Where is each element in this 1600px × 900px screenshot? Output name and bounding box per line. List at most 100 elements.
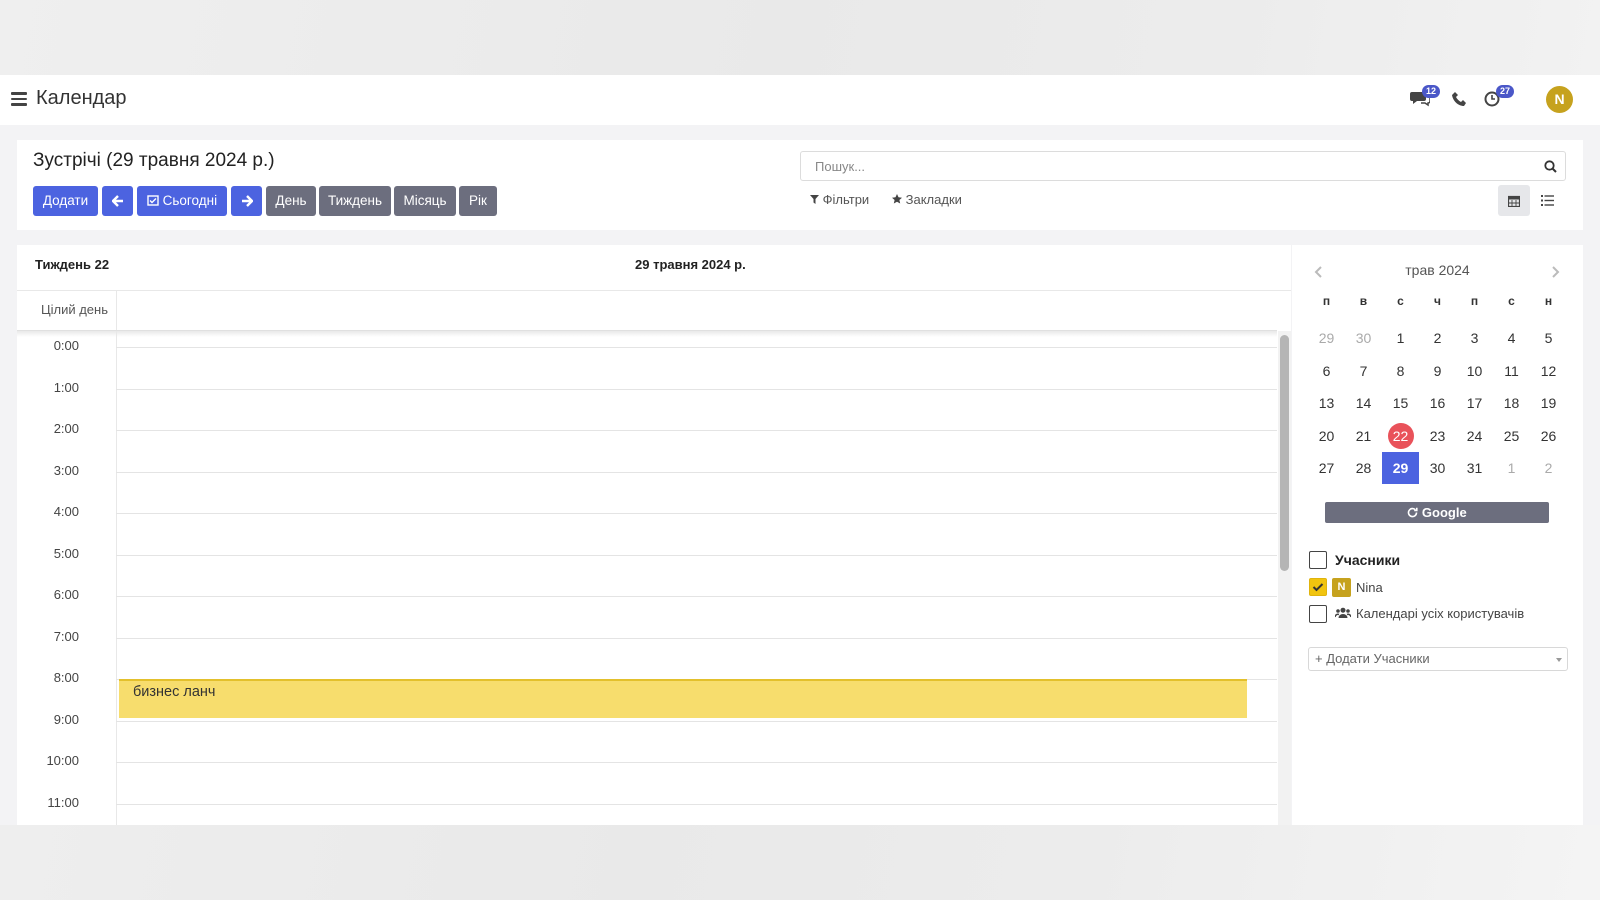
day-number: 17 [1466, 395, 1483, 411]
notifications-icon[interactable]: 27 [1484, 85, 1515, 111]
chat-icon[interactable]: 12 [1410, 85, 1441, 111]
calendar-day[interactable]: 25 [1493, 420, 1530, 452]
today-day[interactable]: 22 [1382, 420, 1419, 452]
filters-link[interactable]: Фільтри [810, 192, 869, 207]
calendar-day[interactable]: 14 [1345, 387, 1382, 419]
calendar-day[interactable]: 20 [1308, 420, 1345, 452]
calendar-day[interactable]: 3 [1456, 322, 1493, 354]
hour-gridline [116, 803, 1277, 805]
day-number: 2 [1433, 330, 1442, 346]
time-column-divider [116, 331, 117, 825]
day-number: 27 [1318, 460, 1335, 476]
calendar-day[interactable]: 7 [1345, 355, 1382, 387]
calendar-day[interactable]: 2 [1419, 322, 1456, 354]
refresh-icon [1408, 507, 1418, 518]
participants-checkbox[interactable] [1309, 551, 1327, 569]
day-number: 13 [1318, 395, 1335, 411]
view-month-button[interactable]: Місяць [394, 186, 456, 216]
calendar-day[interactable]: 29 [1308, 322, 1345, 354]
search-icon[interactable] [1544, 160, 1557, 173]
hour-gridline [116, 720, 1277, 722]
day-number: 28 [1355, 460, 1372, 476]
calendar-day[interactable]: 8 [1382, 355, 1419, 387]
hour-label: 11:00 [47, 794, 79, 810]
day-number: 22 [1387, 423, 1414, 449]
calendar-day[interactable]: 6 [1308, 355, 1345, 387]
calendar-event[interactable]: бизнес ланч [119, 679, 1247, 718]
day-number: 5 [1544, 330, 1553, 346]
calendar-day[interactable]: 28 [1345, 452, 1382, 484]
user-name: Nina [1356, 580, 1383, 595]
calendar-day[interactable]: 16 [1419, 387, 1456, 419]
day-number: 9 [1433, 363, 1442, 379]
calendar-day[interactable]: 5 [1530, 322, 1567, 354]
calendar-day[interactable]: 11 [1493, 355, 1530, 387]
calendar-day[interactable]: 24 [1456, 420, 1493, 452]
calendar-day[interactable]: 15 [1382, 387, 1419, 419]
day-number: 2 [1544, 460, 1553, 476]
calendar-day[interactable]: 12 [1530, 355, 1567, 387]
phone-icon[interactable] [1452, 91, 1474, 113]
calendar-day[interactable]: 30 [1345, 322, 1382, 354]
calendar-day[interactable]: 10 [1456, 355, 1493, 387]
user-avatar-small: N [1332, 578, 1351, 597]
page-title: Зустрічі (29 травня 2024 р.) [33, 150, 275, 171]
calendar-day[interactable]: 27 [1308, 452, 1345, 484]
day-number: 10 [1466, 363, 1483, 379]
calendar-day[interactable]: 1 [1382, 322, 1419, 354]
list-view-button[interactable] [1532, 185, 1564, 216]
calendar-day[interactable]: 13 [1308, 387, 1345, 419]
day-header: 29 травня 2024 р. [635, 257, 746, 272]
day-number: 11 [1504, 363, 1519, 379]
calendar-day[interactable]: 30 [1419, 452, 1456, 484]
users-icon [1335, 607, 1351, 618]
calendar-day[interactable]: 21 [1345, 420, 1382, 452]
view-year-button[interactable]: Рік [459, 186, 497, 216]
scrollbar-thumb[interactable] [1280, 335, 1289, 571]
hour-label: 4:00 [53, 504, 79, 519]
calendar-icon [1507, 195, 1521, 208]
add-participants-select[interactable]: + Додати Учасники [1308, 647, 1568, 671]
calendar-day[interactable]: 18 [1493, 387, 1530, 419]
hour-gridline [116, 430, 1277, 431]
hour-gridline [116, 513, 1277, 514]
hour-gridline [116, 347, 1277, 348]
calendar-day[interactable]: 26 [1530, 420, 1567, 452]
calendar-view-button[interactable] [1498, 185, 1530, 216]
notifications-badge: 27 [1496, 85, 1515, 98]
view-day-button[interactable]: День [266, 186, 316, 216]
today-button[interactable]: Сьогодні [137, 186, 227, 216]
next-month-button[interactable] [1552, 265, 1560, 283]
hour-label: 6:00 [53, 587, 79, 602]
messages-badge: 12 [1422, 85, 1441, 98]
mini-calendar-month[interactable]: трав 2024 [1292, 262, 1583, 278]
calendar-day[interactable]: 31 [1456, 452, 1493, 484]
add-button[interactable]: Додати [33, 186, 98, 216]
search-input[interactable] [813, 158, 1517, 175]
user-nina-checkbox[interactable] [1309, 578, 1327, 596]
calendar-day[interactable]: 19 [1530, 387, 1567, 419]
next-button[interactable] [231, 186, 262, 216]
bookmarks-link[interactable]: Закладки [892, 192, 962, 207]
all-users-checkbox[interactable] [1309, 605, 1327, 623]
arrow-left-icon [110, 195, 123, 207]
user-avatar[interactable]: N [1546, 86, 1573, 113]
prev-button[interactable] [102, 186, 133, 216]
filters-label: Фільтри [822, 192, 870, 207]
allday-shadow [17, 331, 1277, 337]
calendar-day[interactable]: 17 [1456, 387, 1493, 419]
selected-day[interactable]: 29 [1382, 452, 1419, 484]
google-sync-button[interactable]: Google [1325, 502, 1549, 523]
menu-icon[interactable] [11, 92, 27, 106]
calendar-day[interactable]: 1 [1493, 452, 1530, 484]
calendar-day[interactable]: 23 [1419, 420, 1456, 452]
day-number: 30 [1355, 330, 1372, 346]
calendar-day[interactable]: 2 [1530, 452, 1567, 484]
view-week-button[interactable]: Тиждень [319, 186, 391, 216]
app-window: Календар 12 27 N Зустрічі (29 травня 202… [0, 75, 1600, 825]
grid-scrollbar[interactable] [1278, 331, 1291, 825]
hour-gridline [116, 388, 1277, 390]
hour-label: 8:00 [53, 670, 79, 685]
calendar-day[interactable]: 9 [1419, 355, 1456, 387]
calendar-day[interactable]: 4 [1493, 322, 1530, 354]
